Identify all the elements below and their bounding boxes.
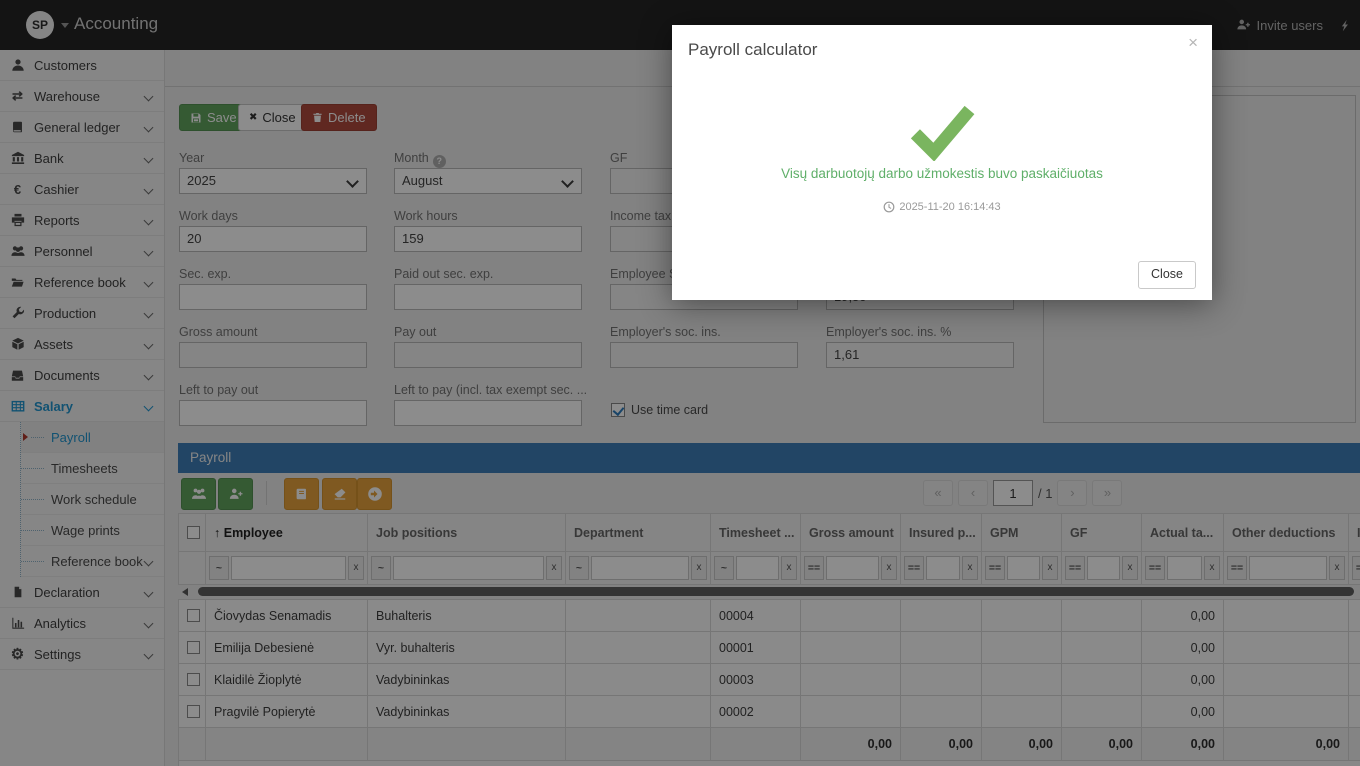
modal-close-button[interactable]: Close bbox=[1138, 261, 1196, 289]
clock-icon bbox=[883, 201, 895, 213]
timestamp: 2025-11-20 16:14:43 bbox=[672, 201, 1212, 213]
payroll-calculator-modal: Payroll calculator × Visų darbuotojų dar… bbox=[672, 25, 1212, 300]
modal-title: Payroll calculator bbox=[688, 40, 817, 60]
modal-close-x-icon[interactable]: × bbox=[1188, 33, 1198, 53]
success-check-icon bbox=[909, 103, 975, 164]
application-window: SP Accounting Invite users Customers ⇄ W… bbox=[0, 0, 1360, 766]
success-message: Visų darbuotojų darbo užmokestis buvo pa… bbox=[672, 166, 1212, 181]
